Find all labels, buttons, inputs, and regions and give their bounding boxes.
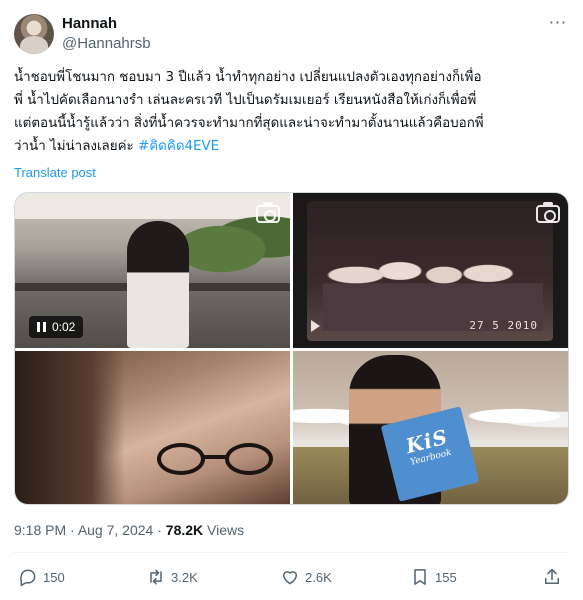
views-label: Views <box>203 522 245 538</box>
tweet-text-line: ว่าน้ำ ไม่น่าลงเลยค่ะ #คิดคิด4EVE <box>14 135 570 158</box>
camera-icon <box>536 202 560 223</box>
tweet-card: Hannah @Hannahrsb ··· น้ำชอบพี่โชนมาก ชอ… <box>0 0 583 600</box>
video-timer-badge[interactable]: 0:02 <box>29 316 84 338</box>
glasses-lens <box>225 443 273 475</box>
post-time[interactable]: 9:18 PM <box>14 522 66 538</box>
author-handle[interactable]: @Hannahrsb <box>62 35 151 52</box>
like-count: 2.6K <box>305 569 332 585</box>
bookmark-icon <box>414 569 426 585</box>
tweet-text-line: แต่ตอนนี้น้ำรู้แล้วว่า สิ่งที่น้ำควรจะทำ… <box>14 116 484 131</box>
post-date[interactable]: Aug 7, 2024 <box>78 522 154 538</box>
media-grid: 0:02 27 5 2010 KiS Yearbook <box>14 192 569 505</box>
media-video-tile[interactable]: 0:02 <box>15 193 290 348</box>
bookmark-button[interactable]: 155 <box>410 564 457 590</box>
action-bar: 150 3.2K 2.6K 155 <box>14 564 569 590</box>
meta-separator: · <box>153 522 166 538</box>
divider <box>14 552 569 553</box>
retweet-button[interactable]: 3.2K <box>146 564 198 590</box>
views-count[interactable]: 78.2K <box>166 522 203 538</box>
share-icon <box>545 568 559 584</box>
tweet-text-last: ว่าน้ำ ไม่น่าลงเลยค่ะ <box>14 139 138 154</box>
tweet-header: Hannah @Hannahrsb ··· <box>14 14 569 56</box>
tweet-text-line: พี่ น้ำไปคัดเลือกนางรำ เล่นละครเวที ไปเป… <box>14 93 477 108</box>
photo-glasses <box>155 443 275 479</box>
media-photo-tile[interactable] <box>15 351 290 504</box>
tweet-meta: 9:18 PM · Aug 7, 2024 · 78.2K Views <box>14 522 244 538</box>
more-horizontal-icon[interactable]: ··· <box>547 15 569 34</box>
media-photo-tile[interactable]: KiS Yearbook <box>293 351 568 504</box>
meta-separator: · <box>66 522 78 538</box>
play-icon <box>311 320 320 332</box>
photo-hair <box>15 351 125 504</box>
translate-post-link[interactable]: Translate post <box>14 165 96 180</box>
reply-button[interactable]: 150 <box>18 564 65 590</box>
video-time: 0:02 <box>52 320 76 334</box>
share-button[interactable] <box>542 564 567 590</box>
tweet-text: น้ำชอบพี่โชนมาก ชอบมา 3 ปีแล้ว น้ำทำทุกอ… <box>14 66 570 158</box>
media-photo-tile[interactable]: 27 5 2010 <box>293 193 568 348</box>
reply-icon <box>20 569 36 587</box>
photo-person <box>127 221 189 348</box>
pause-icon <box>37 322 46 332</box>
avatar[interactable] <box>14 14 54 54</box>
hashtag-link[interactable]: #คิดคิด4EVE <box>138 139 219 154</box>
author-display-name[interactable]: Hannah <box>62 15 117 32</box>
tweet-text-line: น้ำชอบพี่โชนมาก ชอบมา 3 ปีแล้ว น้ำทำทุกอ… <box>14 70 482 85</box>
camera-icon <box>256 202 280 223</box>
like-button[interactable]: 2.6K <box>280 564 332 590</box>
heart-icon <box>283 571 297 585</box>
reply-count: 150 <box>43 569 65 585</box>
glasses-lens <box>157 443 205 475</box>
glasses-bridge <box>203 455 227 459</box>
retweet-icon <box>150 569 162 585</box>
bookmark-count: 155 <box>435 569 457 585</box>
retweet-count: 3.2K <box>171 569 198 585</box>
photo-date-stamp: 27 5 2010 <box>469 319 538 332</box>
